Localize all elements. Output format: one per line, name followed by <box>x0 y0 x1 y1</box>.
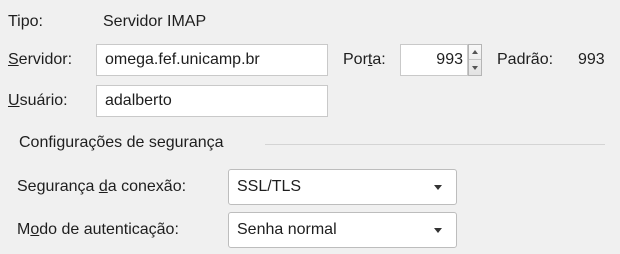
port-spinner[interactable] <box>468 44 482 76</box>
connection-security-value: SSL/TLS <box>237 178 302 195</box>
port-label-post: a: <box>372 51 386 68</box>
group-divider <box>265 144 605 145</box>
connection-label-post: a conexão: <box>107 178 187 195</box>
auth-method-label: Modo de autenticação: <box>17 220 179 240</box>
server-label-rest: ervidor: <box>18 51 73 68</box>
port-label: Porta: <box>343 50 386 70</box>
server-input[interactable]: omega.fef.unicamp.br <box>96 44 328 76</box>
user-label-rest: suário: <box>19 92 68 109</box>
auth-label-post: do de autenticação: <box>39 221 179 238</box>
spin-up-button[interactable] <box>469 45 481 60</box>
connection-label-pre: Segurança <box>17 178 99 195</box>
user-label: Usuário: <box>8 91 68 111</box>
connection-label-accel: d <box>98 178 108 195</box>
auth-label-accel: o <box>30 221 40 238</box>
chevron-down-icon <box>434 228 442 233</box>
chevron-down-icon <box>434 185 442 190</box>
type-label: Tipo: <box>8 13 43 30</box>
server-label: Servidor: <box>8 50 72 70</box>
auth-label-pre: M <box>17 221 31 238</box>
auth-method-select[interactable]: Senha normal <box>228 212 457 248</box>
auth-method-value: Senha normal <box>237 221 337 238</box>
default-port-value: 993 <box>578 51 605 68</box>
username-input[interactable]: adalberto <box>96 85 328 117</box>
connection-security-select[interactable]: SSL/TLS <box>228 169 457 205</box>
port-label-pre: Por <box>343 51 368 68</box>
type-value: Servidor IMAP <box>103 13 207 30</box>
user-label-accel: U <box>8 92 20 109</box>
port-input[interactable]: 993 <box>400 44 468 76</box>
security-group-title: Configurações de segurança <box>19 134 224 151</box>
triangle-down-icon <box>472 65 478 70</box>
spin-down-button[interactable] <box>469 60 481 75</box>
server-label-accel: S <box>8 51 19 68</box>
connection-security-label: Segurança da conexão: <box>17 177 186 197</box>
default-port-label: Padrão: <box>497 51 554 68</box>
triangle-up-icon <box>472 50 478 54</box>
